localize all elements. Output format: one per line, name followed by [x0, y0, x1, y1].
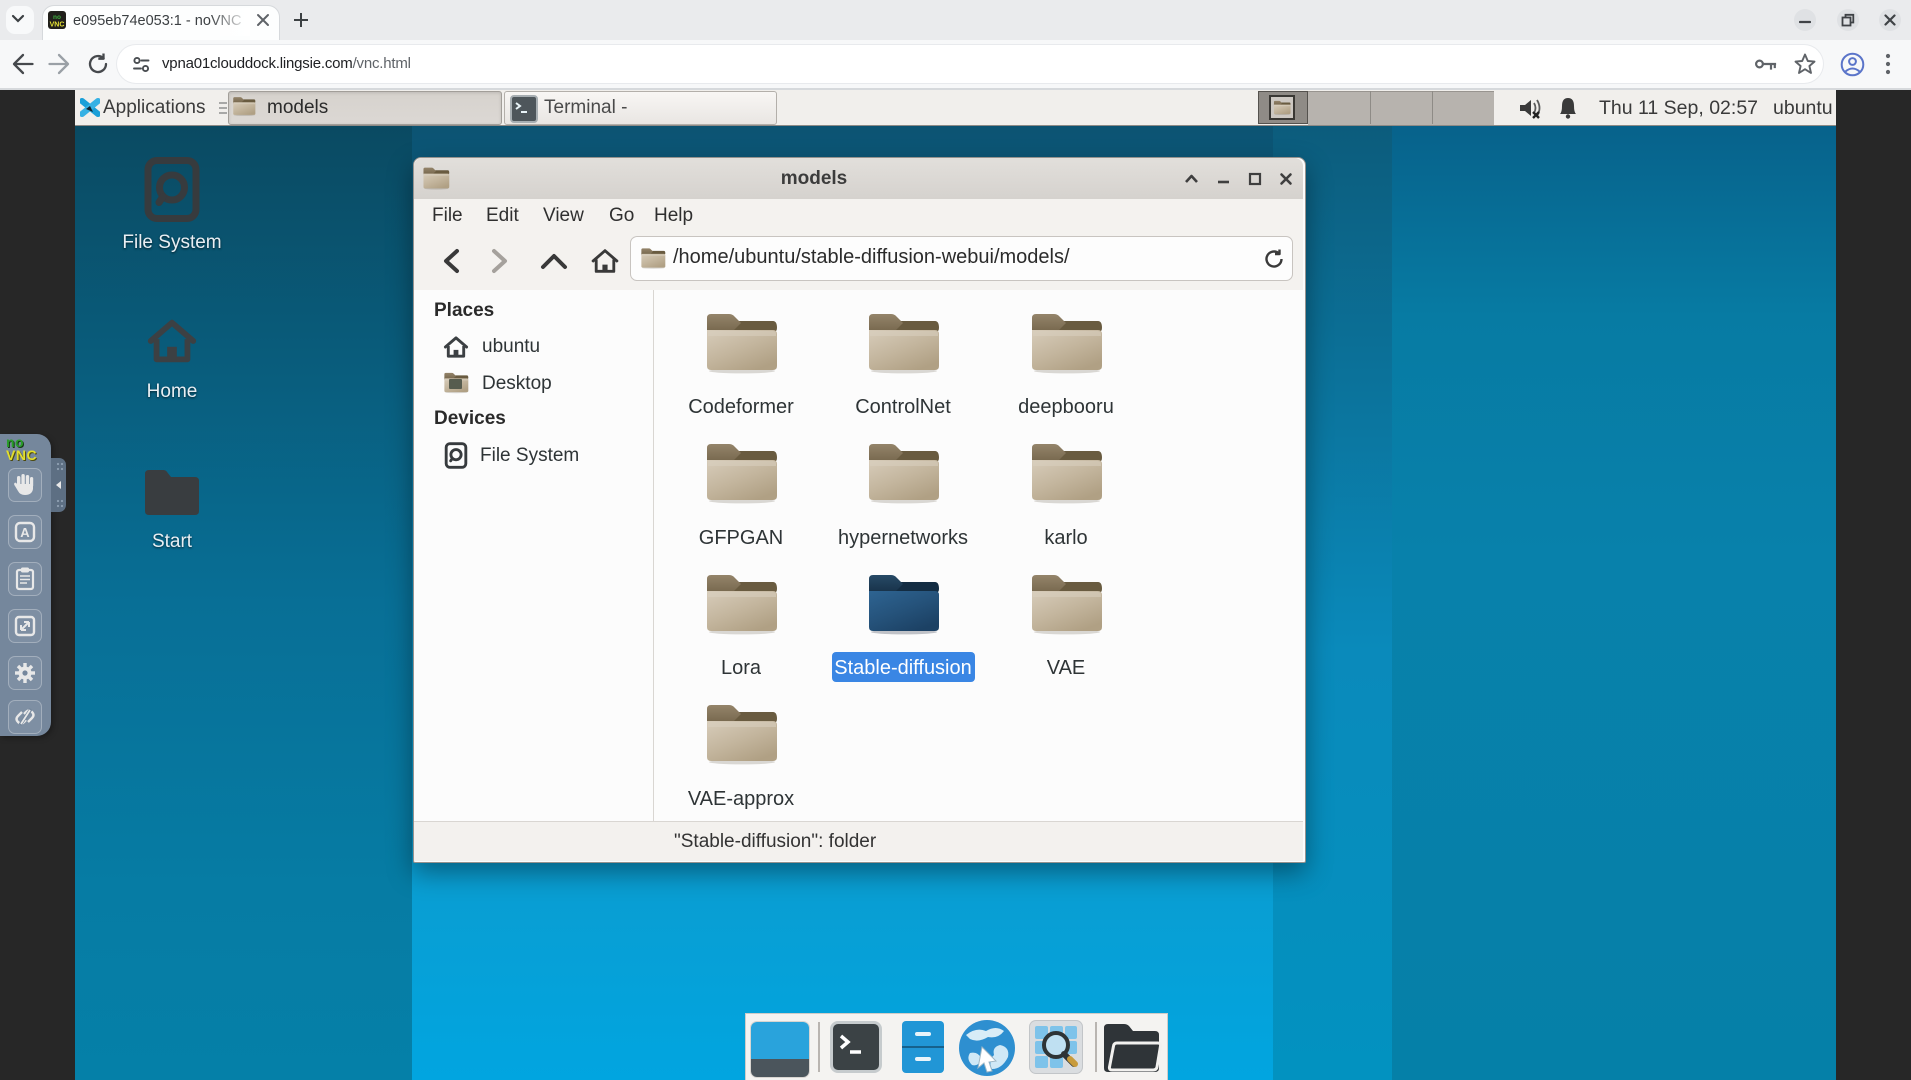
svg-text:VNC: VNC — [50, 22, 65, 29]
svg-text:no: no — [53, 14, 61, 21]
svg-text:A: A — [20, 525, 30, 540]
